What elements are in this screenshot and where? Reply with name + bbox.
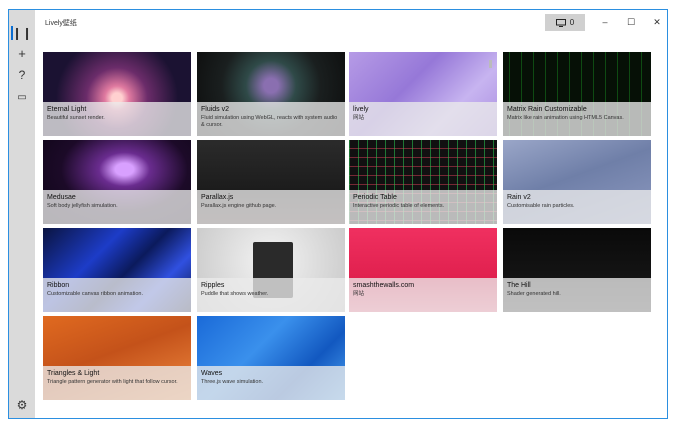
tile-caption: Ripples Puddle that shows weather. [197,278,345,312]
wallpaper-tile-triangles-light[interactable]: Triangles & Light Triangle pattern gener… [43,316,191,400]
wallpaper-tile-ribbon[interactable]: Ribbon Customizable canvas ribbon animat… [43,228,191,312]
tile-description: Fluid simulation using WebGL, reacts wit… [201,115,338,128]
tile-title: Eternal Light [47,106,87,113]
sidebar: ❙❙ + ? ▭ ⚙ [9,10,35,418]
tile-description: Puddle that shows weather. [201,291,269,297]
tile-title: lively [353,106,369,113]
tile-caption: smashthewalls.com 网站 [349,278,497,312]
tile-title: Ribbon [47,282,70,289]
tile-caption: Periodic Table Interactive periodic tabl… [349,190,497,224]
wallpaper-tile-rain-v2[interactable]: Rain v2 Customisable rain particles. [503,140,651,224]
library-icon[interactable]: ❙❙ [9,22,35,44]
tile-title: Parallax.js [201,194,234,201]
tile-description: Customizable canvas ribbon animation. [47,291,143,297]
tile-caption: Matrix Rain Customizable Matrix like rai… [503,102,651,136]
tile-description: Parallax.js engine github page. [201,203,277,209]
wallpaper-tile-smashthewalls[interactable]: smashthewalls.com 网站 [349,228,497,312]
wallpaper-tile-eternal-light[interactable]: Eternal Light Beautiful sunset render. [43,52,191,136]
tile-title: Ripples [201,282,225,289]
wallpaper-tile-medusae[interactable]: Medusae Soft body jellyfish simulation. [43,140,191,224]
monitor-icon [555,18,566,27]
wallpaper-tile-fluids-v2[interactable]: Fluids v2 Fluid simulation using WebGL, … [197,52,345,136]
tile-caption: Rain v2 Customisable rain particles. [503,190,651,224]
wallpaper-tile-parallax[interactable]: Parallax.js Parallax.js engine github pa… [197,140,345,224]
tile-title: The Hill [507,282,531,289]
minimize-button[interactable]: – [595,15,615,29]
tile-caption: Eternal Light Beautiful sunset render. [43,102,191,136]
tile-caption: lively 网站 [349,102,497,136]
wallpaper-tile-matrix-rain[interactable]: Matrix Rain Customizable Matrix like rai… [503,52,651,136]
tile-caption: The Hill Shader generated hill. [503,278,651,312]
settings-icon[interactable]: ⚙ [9,394,35,416]
screens-button[interactable]: 0 [545,14,585,31]
tile-description: Shader generated hill. [507,291,561,297]
app-title: Lively壁纸 [45,20,77,27]
tile-description: Soft body jellyfish simulation. [47,203,118,209]
tile-title: Waves [201,370,223,377]
close-button[interactable]: ✕ [647,15,667,29]
wallpaper-tile-lively[interactable]: lively 网站 [349,52,497,136]
tile-description: Three.js wave simulation. [201,379,264,385]
tile-description: Customisable rain particles. [507,203,575,209]
tile-caption: Fluids v2 Fluid simulation using WebGL, … [197,102,345,136]
tile-caption: Waves Three.js wave simulation. [197,366,345,400]
add-icon[interactable]: + [9,42,35,64]
tile-caption: Medusae Soft body jellyfish simulation. [43,190,191,224]
tile-description: Beautiful sunset render. [47,115,105,121]
title-bar: Lively壁纸 0 – ☐ ✕ [35,10,667,36]
maximize-button[interactable]: ☐ [621,15,641,29]
screens-count: 0 [569,18,575,27]
help-icon[interactable]: ? [9,64,35,86]
chat-icon[interactable]: ▭ [9,86,35,108]
tile-title: Medusae [47,194,76,201]
tile-title: smashthewalls.com [353,282,415,289]
tile-title: Rain v2 [507,194,531,201]
tile-title: Fluids v2 [201,106,230,113]
scrollbar-thumb[interactable] [489,60,492,68]
tile-description: Triangle pattern generator with light th… [47,379,178,385]
tile-title: Periodic Table [353,194,397,201]
wallpaper-tile-waves[interactable]: Waves Three.js wave simulation. [197,316,345,400]
tile-description: 网站 [353,115,365,121]
tile-description: Interactive periodic table of elements. [353,203,445,209]
tile-caption: Parallax.js Parallax.js engine github pa… [197,190,345,224]
tile-title: Matrix Rain Customizable [507,106,587,113]
wallpaper-grid: Eternal Light Beautiful sunset render. F… [43,52,653,404]
wallpaper-tile-periodic-table[interactable]: Periodic Table Interactive periodic tabl… [349,140,497,224]
wallpaper-tile-ripples[interactable]: Ripples Puddle that shows weather. [197,228,345,312]
wallpaper-tile-the-hill[interactable]: The Hill Shader generated hill. [503,228,651,312]
tile-caption: Triangles & Light Triangle pattern gener… [43,366,191,400]
tile-title: Triangles & Light [47,370,100,377]
tile-caption: Ribbon Customizable canvas ribbon animat… [43,278,191,312]
tile-description: Matrix like rain animation using HTML5 C… [507,115,624,121]
app-window: ❙❙ + ? ▭ ⚙ Lively壁纸 0 – ☐ ✕ Eternal Ligh… [8,9,668,419]
tile-description: 网站 [353,291,365,297]
